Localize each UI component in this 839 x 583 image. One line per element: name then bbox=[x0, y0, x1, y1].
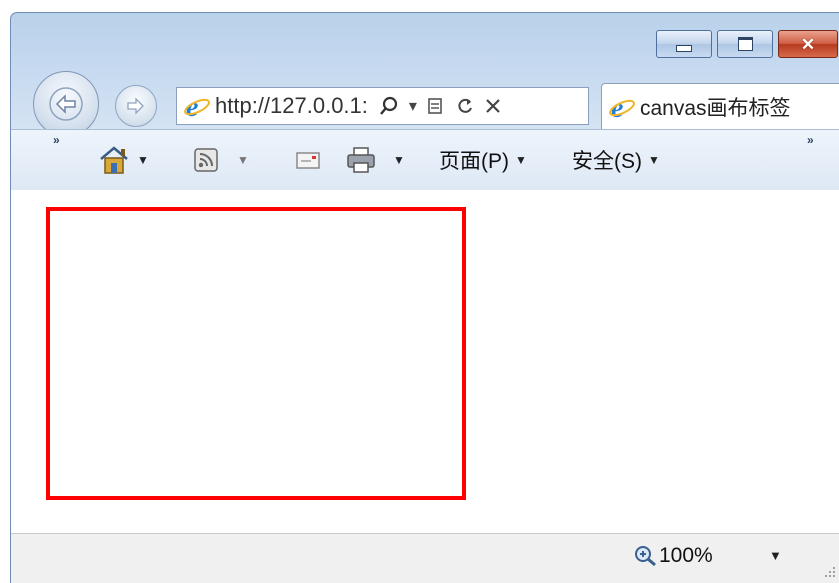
forward-button[interactable] bbox=[115, 85, 157, 127]
zoom-magnifier-icon bbox=[635, 546, 656, 567]
tab-canvas[interactable]: e canvas画布标签 bbox=[601, 83, 839, 129]
back-button[interactable] bbox=[33, 71, 99, 137]
read-mail-button[interactable] bbox=[295, 144, 321, 176]
ie-logo-icon: e bbox=[184, 92, 210, 120]
maximize-button[interactable] bbox=[717, 30, 773, 58]
tab-title: canvas画布标签 bbox=[640, 96, 791, 120]
home-icon bbox=[100, 146, 128, 174]
rss-feed-icon bbox=[194, 148, 218, 172]
feeds-dropdown-icon[interactable]: ▼ bbox=[237, 153, 249, 167]
safety-menu[interactable]: 安全(S) ▼ bbox=[572, 144, 660, 176]
back-arrow-icon bbox=[49, 87, 83, 121]
page-content bbox=[11, 190, 839, 533]
chevron-left-icon[interactable]: » bbox=[53, 133, 60, 147]
search-icon[interactable] bbox=[378, 95, 400, 117]
stop-icon[interactable] bbox=[484, 97, 502, 115]
page-menu[interactable]: 页面(P) ▼ bbox=[439, 144, 527, 176]
address-bar[interactable]: e http://127.0.0.1: ▾ bbox=[176, 87, 589, 125]
page-menu-dropdown-icon: ▼ bbox=[515, 153, 527, 167]
page-menu-label: 页面(P) bbox=[439, 150, 509, 173]
minimize-button[interactable] bbox=[656, 30, 712, 58]
print-button[interactable]: ▼ bbox=[345, 144, 405, 176]
window-caption-buttons: ✕ bbox=[651, 30, 838, 58]
resize-grip-icon[interactable] bbox=[824, 566, 836, 578]
address-url: http://127.0.0.1: bbox=[215, 93, 368, 118]
chevron-right-icon[interactable]: » bbox=[807, 133, 814, 147]
zoom-dropdown-icon[interactable]: ▼ bbox=[769, 548, 782, 563]
print-dropdown-icon[interactable]: ▼ bbox=[393, 153, 405, 167]
ie-tab-icon: e bbox=[609, 93, 635, 121]
compatibility-view-icon[interactable] bbox=[426, 96, 446, 116]
command-bar: » » ▼ ▼ ▼ 页面(P) ▼ 安全(S) ▼ bbox=[11, 129, 839, 191]
printer-icon bbox=[347, 147, 375, 173]
feeds-button[interactable]: ▼ bbox=[193, 144, 249, 176]
refresh-icon[interactable] bbox=[455, 96, 475, 116]
mail-icon bbox=[296, 152, 320, 169]
home-dropdown-icon[interactable]: ▼ bbox=[137, 153, 149, 167]
minimize-icon bbox=[676, 44, 692, 52]
canvas-element bbox=[46, 207, 466, 500]
search-dropdown-icon[interactable]: ▾ bbox=[409, 96, 417, 116]
zoom-level: 100% bbox=[659, 544, 713, 567]
maximize-icon bbox=[737, 37, 753, 51]
browser-window: ✕ e http://127.0.0.1: ▾ e canvas画布标签 » »… bbox=[10, 12, 839, 583]
close-button[interactable]: ✕ bbox=[778, 30, 838, 58]
safety-menu-dropdown-icon: ▼ bbox=[648, 153, 660, 167]
zoom-control[interactable]: 100% bbox=[633, 544, 713, 568]
close-icon: ✕ bbox=[800, 34, 816, 54]
forward-arrow-icon bbox=[127, 97, 144, 115]
status-bar: 100% ▼ bbox=[11, 533, 839, 583]
safety-menu-label: 安全(S) bbox=[572, 150, 642, 173]
home-button[interactable]: ▼ bbox=[97, 144, 149, 176]
